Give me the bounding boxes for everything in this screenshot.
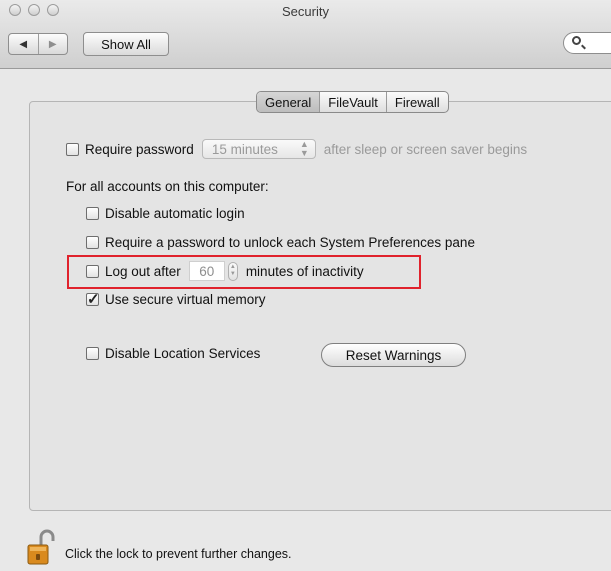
logout-checkbox[interactable] [86, 264, 99, 278]
disable-auto-login-label: Disable automatic login [105, 206, 245, 221]
logout-prefix: Log out after [105, 263, 181, 279]
search-icon [572, 36, 581, 45]
disable-location-checkbox[interactable] [86, 347, 99, 360]
require-password-checkbox[interactable] [66, 142, 79, 156]
disable-auto-login-row: Disable automatic login [86, 206, 245, 221]
minutes-stepper[interactable]: ▲ ▼ [227, 261, 238, 281]
tab-general[interactable]: General [257, 92, 320, 112]
logout-minutes-field[interactable]: 60 [188, 261, 225, 281]
search-field[interactable] [563, 32, 611, 54]
lock-hint-text: Click the lock to prevent further change… [65, 547, 292, 561]
forward-arrow-icon[interactable]: ▶ [37, 34, 68, 54]
window-title: Security [282, 4, 329, 19]
secure-vm-label: Use secure virtual memory [105, 292, 266, 307]
unlocked-padlock-icon[interactable] [27, 528, 55, 566]
tab-firewall[interactable]: Firewall [385, 92, 448, 112]
footer-bar [0, 521, 611, 571]
secure-vm-checkbox[interactable] [86, 290, 100, 308]
back-arrow-icon[interactable]: ◀ [9, 34, 38, 54]
disable-auto-login-checkbox[interactable] [86, 207, 99, 220]
navigation-buttons: ◀ ▶ [8, 33, 68, 55]
password-interval-popup[interactable]: 15 minutes ▲ ▼ [201, 139, 316, 159]
disable-location-label: Disable Location Services [105, 346, 261, 361]
tab-filevault[interactable]: FileVault [319, 92, 386, 112]
disable-location-row: Disable Location Services [86, 346, 260, 361]
logout-suffix: minutes of inactivity [245, 263, 364, 279]
password-interval-value: 15 minutes [211, 141, 278, 157]
popup-arrows-icon: ▲ ▼ [299, 139, 309, 158]
require-password-suffix: after sleep or screen saver begins [323, 141, 528, 157]
logout-row: Log out after 60 ▲ ▼ minutes of inactivit… [86, 261, 364, 281]
require-pref-password-checkbox[interactable] [86, 236, 99, 249]
require-pref-password-label: Require a password to unlock each System… [105, 235, 475, 250]
security-preferences-window: Security ◀ ▶ Show All General FileVault … [0, 0, 611, 571]
title-toolbar: Security ◀ ▶ Show All [0, 0, 611, 69]
all-accounts-heading: For all accounts on this computer: [66, 179, 269, 194]
require-password-row: Require password 15 minutes ▲ ▼ after sle… [66, 139, 527, 159]
show-all-button[interactable]: Show All [83, 32, 169, 56]
tab-bar: General FileVault Firewall [256, 91, 449, 113]
require-password-label: Require password [85, 141, 194, 157]
secure-vm-row: Use secure virtual memory [86, 290, 266, 308]
reset-warnings-button[interactable]: Reset Warnings [321, 343, 466, 367]
require-pref-password-row: Require a password to unlock each System… [86, 235, 475, 250]
